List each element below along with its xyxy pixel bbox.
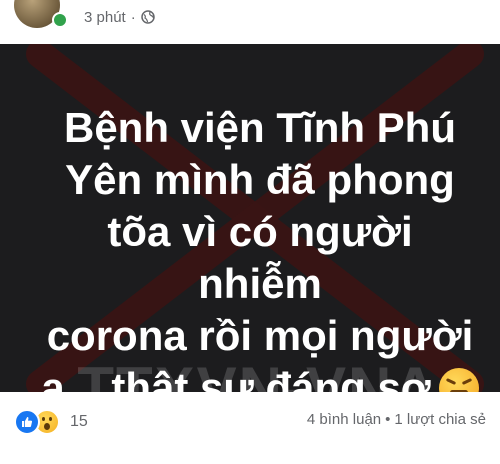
post-header: 3 phút ·: [0, 0, 500, 44]
post-image-text: Bệnh viện Tĩnh Phú Yên mình đã phong tõa…: [40, 102, 480, 392]
engagement-counts: 4 bình luận • 1 lượt chia sẻ: [307, 411, 486, 428]
post-timestamp[interactable]: 3 phút: [84, 9, 126, 26]
post-text-line: Yên mình đã phong: [65, 156, 455, 203]
globe-icon[interactable]: [140, 10, 155, 24]
post-image[interactable]: Bệnh viện Tĩnh Phú Yên mình đã phong tõa…: [0, 44, 500, 392]
reactions-summary[interactable]: 15: [14, 409, 88, 435]
like-icon[interactable]: [14, 409, 40, 435]
post-meta: 3 phút ·: [84, 7, 155, 27]
online-status-dot: [52, 12, 68, 28]
engagement-bar: 15 4 bình luận • 1 lượt chia sẻ: [0, 392, 500, 464]
reaction-count[interactable]: 15: [70, 413, 88, 431]
post-text-line: tõa vì có người nhiễm: [107, 208, 413, 307]
shares-count-link[interactable]: 1 lượt chia sẻ: [394, 411, 486, 428]
meta-separator: ·: [130, 8, 136, 26]
post-text-line: Bệnh viện Tĩnh Phú: [63, 104, 456, 151]
watermark: TTXVN-VNA: [77, 355, 439, 392]
engagement-separator: •: [385, 411, 391, 428]
comments-count-link[interactable]: 4 bình luận: [307, 411, 381, 428]
